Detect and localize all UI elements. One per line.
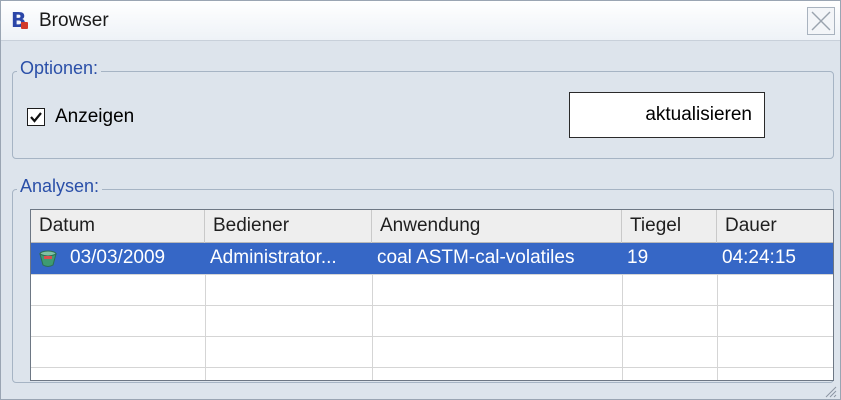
column-header-tiegel[interactable]: Tiegel	[622, 210, 717, 243]
analyses-table[interactable]: Datum Bediener Anwendung Tiegel Dauer 03…	[30, 209, 834, 381]
analyses-group: Analysen: Datum Bediener Anwendung Tiege…	[12, 176, 834, 383]
column-header-datum[interactable]: Datum	[31, 210, 205, 243]
browser-window: B Browser Optionen: Anzeigen aktualisier…	[0, 0, 841, 400]
empty-row	[31, 305, 833, 336]
check-icon	[30, 112, 42, 123]
analyses-legend: Analysen:	[17, 176, 103, 197]
empty-row	[31, 336, 833, 367]
crucible-icon	[39, 250, 57, 267]
app-logo-icon: B	[11, 9, 29, 31]
cell-bediener: Administrator...	[210, 247, 337, 268]
empty-row	[31, 367, 833, 380]
show-checkbox[interactable]	[27, 108, 45, 126]
options-group: Optionen: Anzeigen aktualisieren	[12, 58, 834, 159]
cell-dauer: 04:24:15	[722, 247, 796, 268]
table-header: Datum Bediener Anwendung Tiegel Dauer	[31, 210, 833, 243]
empty-row	[31, 274, 833, 305]
column-header-dauer[interactable]: Dauer	[717, 210, 833, 243]
refresh-button[interactable]: aktualisieren	[569, 92, 765, 138]
cell-anwendung: coal ASTM-cal-volatiles	[377, 247, 575, 268]
title-bar: B Browser	[1, 1, 840, 41]
column-header-bediener[interactable]: Bediener	[205, 210, 372, 243]
resize-grip-icon[interactable]	[823, 384, 837, 398]
app-icon-letter: B	[11, 8, 27, 32]
table-row[interactable]: 03/03/2009 Administrator... coal ASTM-ca…	[31, 243, 833, 274]
close-button[interactable]	[807, 7, 835, 35]
column-header-anwendung[interactable]: Anwendung	[372, 210, 622, 243]
close-icon	[811, 11, 831, 31]
window-title: Browser	[39, 10, 109, 31]
cell-datum: 03/03/2009	[70, 247, 166, 268]
show-checkbox-label: Anzeigen	[55, 106, 135, 127]
cell-tiegel: 19	[627, 247, 649, 268]
options-legend: Optionen:	[17, 58, 102, 79]
